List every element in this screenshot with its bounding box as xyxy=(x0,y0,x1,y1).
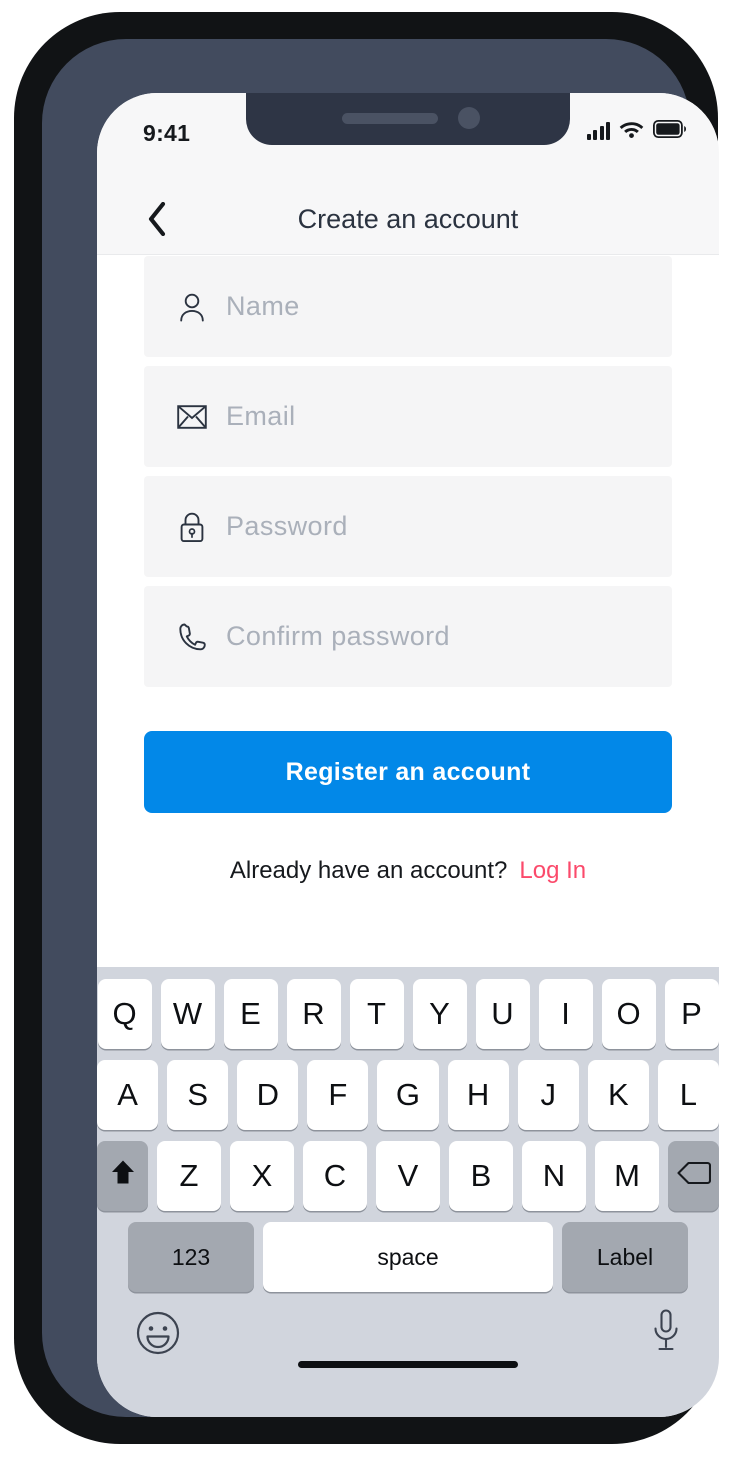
status-icons xyxy=(586,119,686,143)
shift-key[interactable] xyxy=(97,1141,148,1211)
key-s[interactable]: S xyxy=(167,1060,229,1130)
key-j[interactable]: J xyxy=(517,1060,579,1130)
wifi-icon xyxy=(619,119,644,143)
keyboard-utility-row xyxy=(97,1292,719,1388)
name-placeholder: Name xyxy=(226,291,300,321)
key-y[interactable]: Y xyxy=(412,979,467,1049)
key-f[interactable]: F xyxy=(307,1060,369,1130)
back-button[interactable] xyxy=(133,197,181,245)
chevron-left-icon xyxy=(147,201,167,241)
phone-bezel: 9:41 Create an account Name Email Passwo… xyxy=(42,39,719,1417)
login-prompt-text: Already have an account? xyxy=(229,857,508,884)
nav-header: Create an account xyxy=(97,185,719,255)
earpiece-speaker xyxy=(342,113,438,124)
return-key[interactable]: Label xyxy=(562,1222,688,1292)
key-h[interactable]: H xyxy=(447,1060,509,1130)
envelope-icon xyxy=(175,404,209,429)
phone-handset-icon xyxy=(175,622,209,652)
page-title: Create an account xyxy=(297,204,519,234)
log-in-link[interactable]: Log In xyxy=(519,857,586,884)
backspace-key[interactable] xyxy=(668,1141,719,1211)
keyboard-row-2: ASDFGHJKL xyxy=(97,1049,719,1130)
keyboard-row-1: QWERTYUIOP xyxy=(97,967,719,1049)
email-placeholder: Email xyxy=(226,401,296,431)
emoji-key[interactable] xyxy=(135,1310,181,1361)
cellular-bars-icon xyxy=(586,122,610,140)
key-v[interactable]: V xyxy=(376,1141,440,1211)
phone-frame: 9:41 Create an account Name Email Passwo… xyxy=(14,12,719,1444)
key-e[interactable]: E xyxy=(223,979,278,1049)
password-field[interactable]: Password xyxy=(144,476,672,577)
notch xyxy=(246,93,570,145)
key-z[interactable]: Z xyxy=(157,1141,221,1211)
phone-screen: 9:41 Create an account Name Email Passwo… xyxy=(97,93,719,1417)
key-g[interactable]: G xyxy=(377,1060,439,1130)
space-key[interactable]: space xyxy=(263,1222,553,1292)
keyboard-row-3-letters: ZXCVBNM xyxy=(157,1141,659,1211)
key-o[interactable]: O xyxy=(601,979,656,1049)
key-d[interactable]: D xyxy=(237,1060,299,1130)
key-m[interactable]: M xyxy=(595,1141,659,1211)
home-indicator xyxy=(298,1361,518,1368)
key-u[interactable]: U xyxy=(475,979,530,1049)
email-field[interactable]: Email xyxy=(144,366,672,467)
numeric-key[interactable]: 123 xyxy=(128,1222,254,1292)
key-k[interactable]: K xyxy=(587,1060,649,1130)
keyboard-row-3: ZXCVBNM xyxy=(97,1130,719,1211)
smiley-face-icon xyxy=(135,1311,181,1360)
key-n[interactable]: N xyxy=(522,1141,586,1211)
name-field[interactable]: Name xyxy=(144,256,672,357)
status-bar: 9:41 xyxy=(97,93,719,185)
shift-up-arrow-icon xyxy=(110,1158,136,1194)
key-q[interactable]: Q xyxy=(97,979,152,1049)
confirm-password-placeholder: Confirm password xyxy=(226,621,450,651)
key-i[interactable]: I xyxy=(538,979,593,1049)
keyboard-row-4: 123 space Label xyxy=(97,1211,719,1292)
key-c[interactable]: C xyxy=(303,1141,367,1211)
register-button[interactable]: Register an account xyxy=(144,731,672,813)
front-camera xyxy=(458,107,480,129)
battery-full-icon xyxy=(652,119,686,143)
key-t[interactable]: T xyxy=(349,979,404,1049)
login-prompt-row: Already have an account? Log In xyxy=(97,857,719,885)
key-x[interactable]: X xyxy=(230,1141,294,1211)
password-placeholder: Password xyxy=(226,511,348,541)
microphone-icon xyxy=(651,1309,681,1358)
key-r[interactable]: R xyxy=(286,979,341,1049)
confirm-password-field[interactable]: Confirm password xyxy=(144,586,672,687)
user-icon xyxy=(175,292,209,322)
key-b[interactable]: B xyxy=(449,1141,513,1211)
microphone-key[interactable] xyxy=(651,1308,681,1359)
registration-form: Name Email Password Confirm password Reg… xyxy=(97,256,719,885)
key-w[interactable]: W xyxy=(160,979,215,1049)
key-a[interactable]: A xyxy=(97,1060,159,1130)
on-screen-keyboard: QWERTYUIOP ASDFGHJKL ZXCVBNM 123 space L… xyxy=(97,967,719,1417)
key-p[interactable]: P xyxy=(664,979,719,1049)
status-time: 9:41 xyxy=(143,120,191,146)
lock-icon xyxy=(175,511,209,543)
key-l[interactable]: L xyxy=(657,1060,719,1130)
backspace-delete-icon xyxy=(676,1158,711,1194)
